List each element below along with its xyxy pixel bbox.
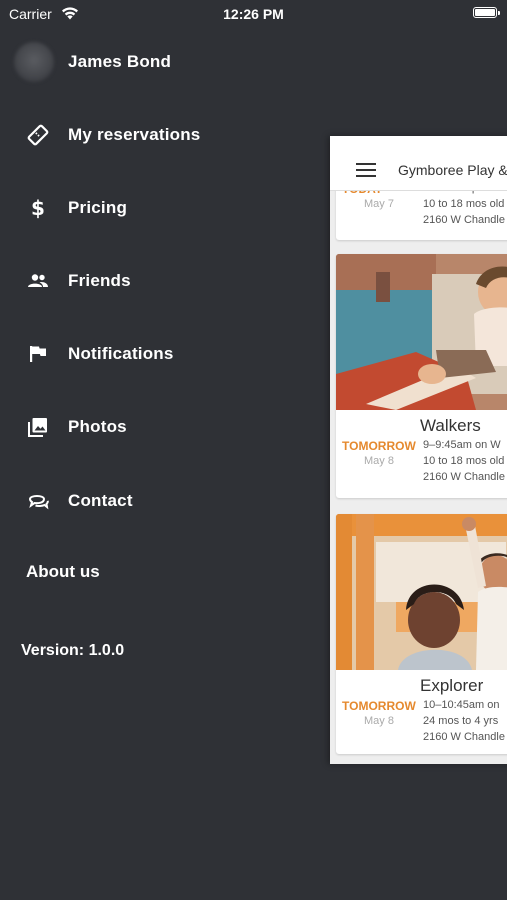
menu-item-friends[interactable]: Friends [26, 266, 131, 296]
status-time: 12:26 PM [223, 6, 284, 22]
class-photo [336, 514, 507, 670]
card-date: May 8 [364, 455, 394, 467]
user-name: James Bond [68, 52, 172, 71]
card-date: May 8 [364, 715, 394, 727]
card-info: 9–9:45am on W 10 to 18 mos old 2160 W Ch… [423, 437, 505, 485]
main-content-panel[interactable]: Gymboree Play & TODAY May 7 1:30–2:15pm … [330, 136, 507, 764]
ticket-icon [26, 123, 50, 147]
svg-text:$: $ [31, 196, 45, 220]
people-icon [26, 269, 50, 293]
menu-item-label: Friends [68, 271, 131, 290]
class-card[interactable]: Walkers TOMORROW May 8 9–9:45am on W 10 … [336, 254, 507, 498]
card-title: Explorer [420, 676, 484, 695]
page-title: Gymboree Play & [398, 162, 507, 178]
menu-item-my-reservations[interactable]: My reservations [26, 120, 200, 150]
card-when-label: TOMORROW [342, 699, 416, 713]
menu-item-label: Contact [68, 491, 133, 510]
battery-icon [473, 7, 500, 18]
menu-item-label: Notifications [68, 344, 174, 363]
card-date: May 7 [364, 198, 394, 210]
card-time: 10–10:45am on [423, 699, 500, 711]
class-card[interactable]: Explorer TOMORROW May 8 10–10:45am on 24… [336, 514, 507, 754]
card-info: 10–10:45am on 24 mos to 4 yrs 2160 W Cha… [423, 697, 505, 745]
hamburger-menu-icon[interactable] [356, 163, 376, 179]
version-label: Version: 1.0.0 [21, 642, 125, 659]
chat-icon [26, 489, 50, 513]
menu-item-photos[interactable]: Photos [26, 412, 127, 442]
card-age: 10 to 18 mos old [423, 455, 505, 467]
about-us-link[interactable]: About us [26, 562, 100, 582]
app-bar: Gymboree Play & [330, 136, 507, 191]
menu-item-notifications[interactable]: Notifications [26, 339, 174, 369]
card-address: 2160 W Chandle [423, 471, 505, 483]
avatar[interactable] [14, 42, 54, 82]
photos-icon [26, 415, 50, 439]
menu-item-pricing[interactable]: $ Pricing [26, 193, 127, 223]
card-address: 2160 W Chandle [423, 731, 505, 743]
menu-item-label: Pricing [68, 198, 128, 217]
card-time: 9–9:45am on W [423, 439, 501, 451]
dollar-icon: $ [26, 196, 50, 220]
card-age: 24 mos to 4 yrs [423, 715, 499, 727]
card-title: Walkers [420, 416, 481, 435]
menu-item-label: Photos [68, 417, 127, 436]
flag-icon [26, 342, 50, 366]
status-bar: Carrier 12:26 PM [0, 0, 507, 28]
menu-item-contact[interactable]: Contact [26, 486, 133, 516]
menu-item-label: My reservations [68, 125, 201, 144]
card-address: 2160 W Chandle [423, 214, 505, 226]
class-photo [336, 254, 507, 410]
card-age: 10 to 18 mos old [423, 198, 505, 210]
card-when-label: TOMORROW [342, 439, 416, 453]
profile-header[interactable]: James Bond [14, 40, 171, 84]
